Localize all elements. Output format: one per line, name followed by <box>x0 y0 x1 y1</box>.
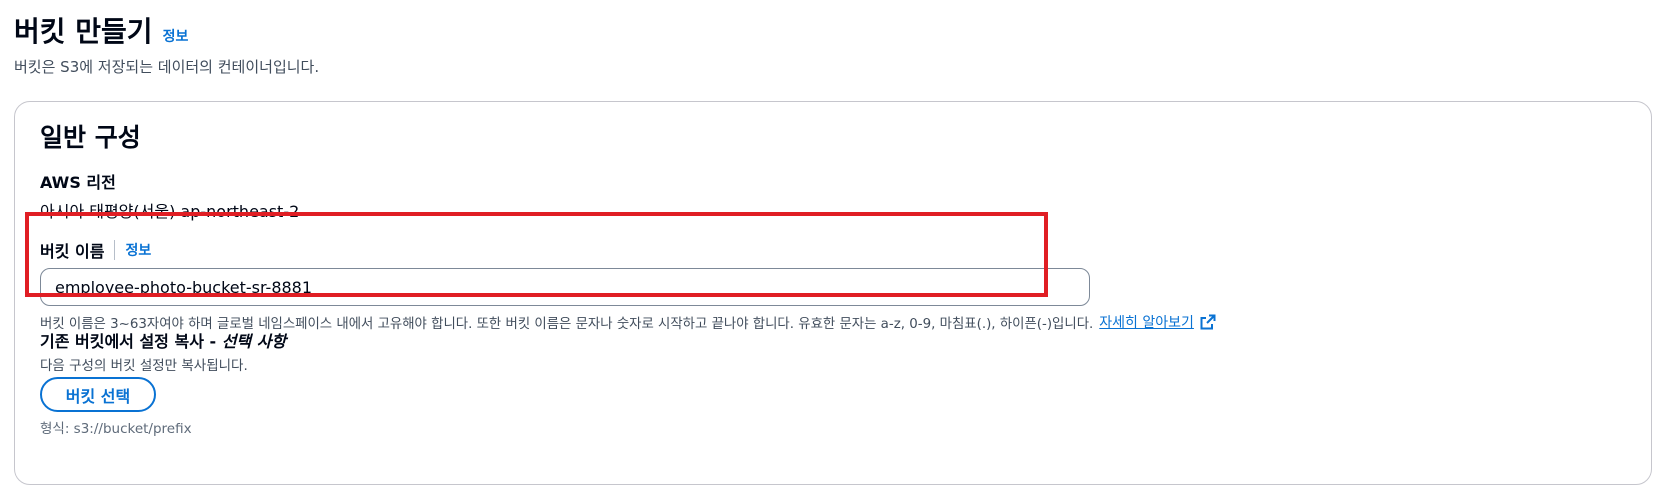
aws-region-value: 아시아 태평양(서울) ap-northeast-2 <box>40 202 300 221</box>
copy-settings-label-text: 기존 버킷에서 설정 복사 - <box>40 332 222 351</box>
learn-more-label: 자세히 알아보기 <box>1099 315 1194 331</box>
aws-region-label: AWS 리전 <box>40 173 116 192</box>
optional-label: 선택 사항 <box>221 332 287 351</box>
general-configuration-panel: 일반 구성 AWS 리전 아시아 태평양(서울) ap-northeast-2 … <box>14 101 1652 485</box>
bucket-name-info-link[interactable]: 정보 <box>125 240 151 260</box>
format-hint: 형식: s3://bucket/prefix <box>40 421 192 437</box>
header-info-link[interactable]: 정보 <box>163 26 189 46</box>
title-row: 버킷 만들기 정보 <box>14 10 188 50</box>
choose-bucket-button[interactable]: 버킷 선택 <box>40 377 156 412</box>
page-title: 버킷 만들기 <box>14 15 153 48</box>
section-title: 일반 구성 <box>40 123 141 152</box>
bucket-name-input[interactable] <box>40 268 1090 306</box>
bucket-name-label: 버킷 이름 <box>40 242 105 261</box>
label-separator <box>114 240 116 260</box>
create-bucket-page: 버킷 만들기 정보 버킷은 S3에 저장되는 데이터의 컨테이너입니다. 일반 … <box>0 0 1667 495</box>
copy-settings-description: 다음 구성의 버킷 설정만 복사됩니다. <box>40 358 248 374</box>
copy-settings-label: 기존 버킷에서 설정 복사 - 선택 사항 <box>40 328 286 352</box>
external-link-icon <box>1200 314 1216 330</box>
bucket-name-label-row: 버킷 이름 정보 <box>40 238 151 262</box>
learn-more-link[interactable]: 자세히 알아보기 <box>1099 312 1216 332</box>
page-description: 버킷은 S3에 저장되는 데이터의 컨테이너입니다. <box>14 58 320 76</box>
